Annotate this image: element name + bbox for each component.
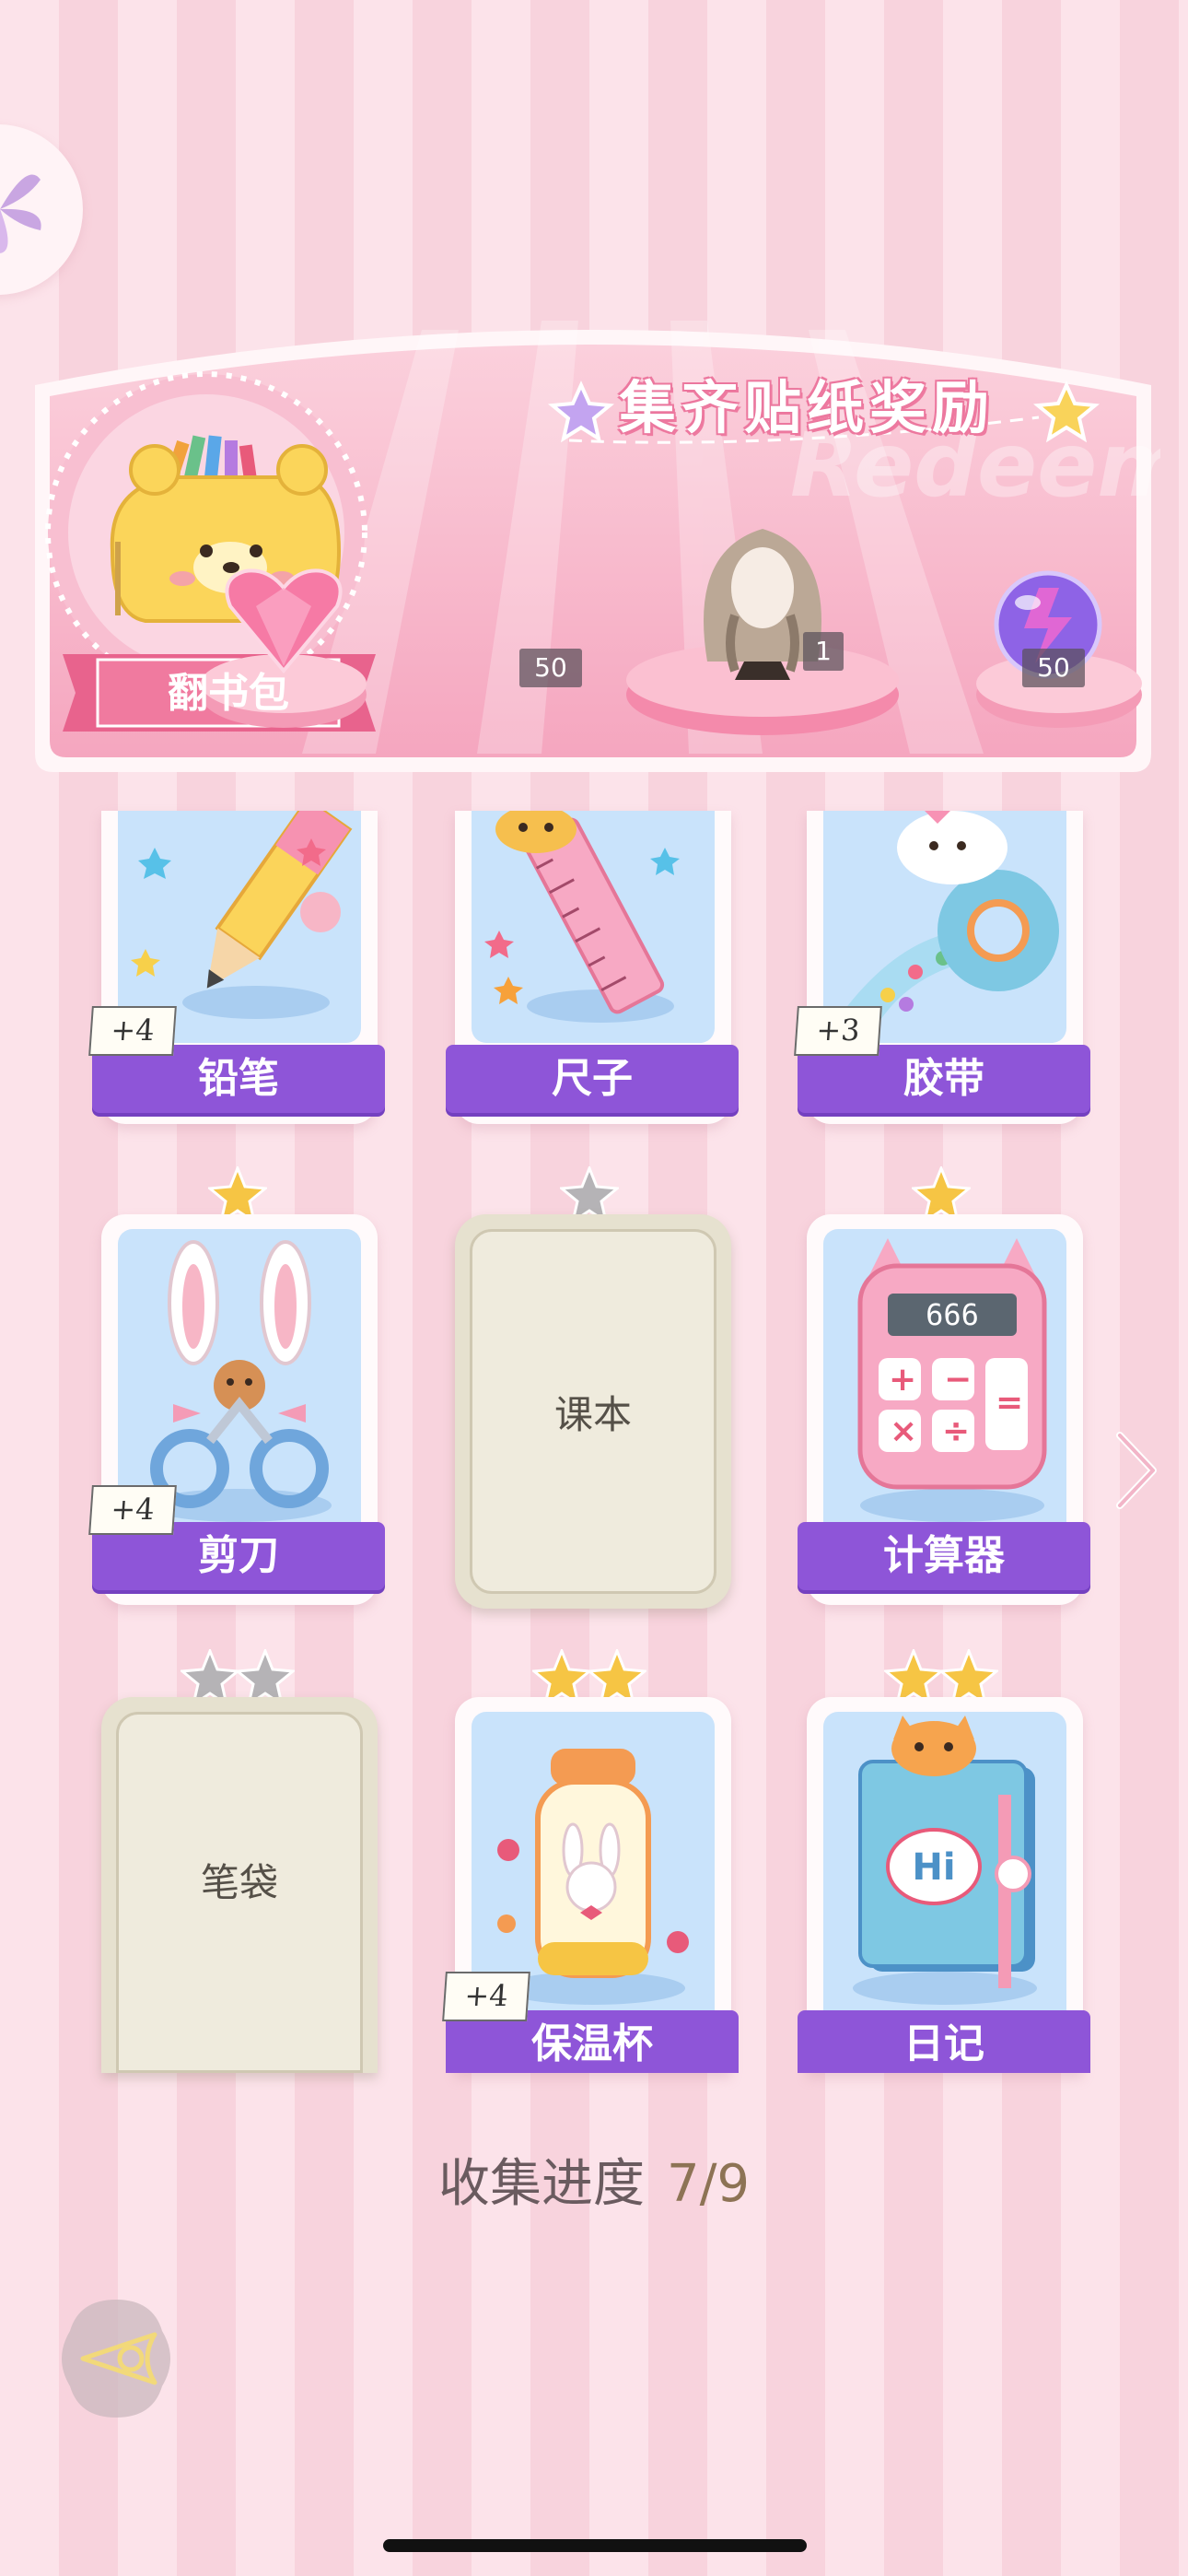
diary-hi-text: Hi	[912, 1846, 955, 1889]
sticker-card-thermos[interactable]: 保温杯 +4	[442, 1697, 739, 2073]
calculator-icon: 666 + −= × ÷	[857, 1238, 1047, 1522]
sticker-card-calculator[interactable]: 666 + − = × ÷ 计算器	[798, 1214, 1090, 1605]
reward-count-gem: 50	[519, 649, 582, 687]
home-indicator[interactable]	[383, 2539, 807, 2552]
progress-value: 7/9	[666, 2154, 751, 2214]
locked-card-label: 笔袋	[200, 1860, 278, 1905]
sticker-card-label: 计算器	[798, 1522, 1090, 1590]
side-menu-button[interactable]	[0, 124, 83, 295]
collection-progress: 收集进度 7/9	[0, 2142, 1188, 2217]
sticker-card-textbook-locked[interactable]: 课本	[455, 1214, 731, 1609]
sticker-card-pencil[interactable]: 铅笔 +4	[88, 797, 385, 1124]
svg-text:÷: ÷	[942, 1412, 970, 1450]
calculator-display: 666	[926, 1297, 979, 1332]
fan-icon	[0, 174, 41, 253]
sticker-card-label: 日记	[798, 2010, 1090, 2073]
sticker-card-label: 尺子	[446, 1045, 739, 1113]
sticker-count-badge: +3	[794, 1006, 882, 1056]
next-page-arrow-icon[interactable]	[1112, 1430, 1160, 1511]
progress-label: 收集进度	[437, 2154, 645, 2214]
sticker-card-pencilcase-locked[interactable]: 笔袋	[101, 1697, 378, 2073]
reward-count-orb: 50	[1022, 649, 1085, 687]
svg-text:+: +	[889, 1361, 916, 1399]
sticker-count-badge: +4	[88, 1006, 177, 1056]
reward-count-avatar: 1	[803, 632, 844, 671]
sticker-card-diary[interactable]: Hi 日记	[798, 1697, 1090, 2073]
locked-card-label: 课本	[553, 1392, 632, 1437]
svg-text:=: =	[996, 1384, 1023, 1422]
back-button[interactable]	[52, 2294, 181, 2423]
sticker-count-badge: +4	[442, 1972, 530, 2021]
sticker-card-tape[interactable]: 胶带 +3	[794, 811, 1090, 1124]
ruler-icon	[484, 805, 680, 1023]
sticker-count-badge: +4	[88, 1485, 177, 1535]
sticker-reward-banner: Redeem 集齐贴纸奖励 50 1 50 翻书包	[26, 311, 1160, 779]
diary-icon: Hi	[853, 1715, 1037, 2005]
flip-bag-button[interactable]: 翻书包	[72, 656, 385, 732]
banner-title: 集齐贴纸奖励	[619, 374, 996, 441]
svg-text:×: ×	[890, 1412, 917, 1450]
sticker-card-ruler[interactable]: 尺子	[446, 805, 739, 1124]
svg-text:−: −	[944, 1361, 972, 1399]
sticker-card-scissors[interactable]: 剪刀 +4	[88, 1214, 385, 1605]
